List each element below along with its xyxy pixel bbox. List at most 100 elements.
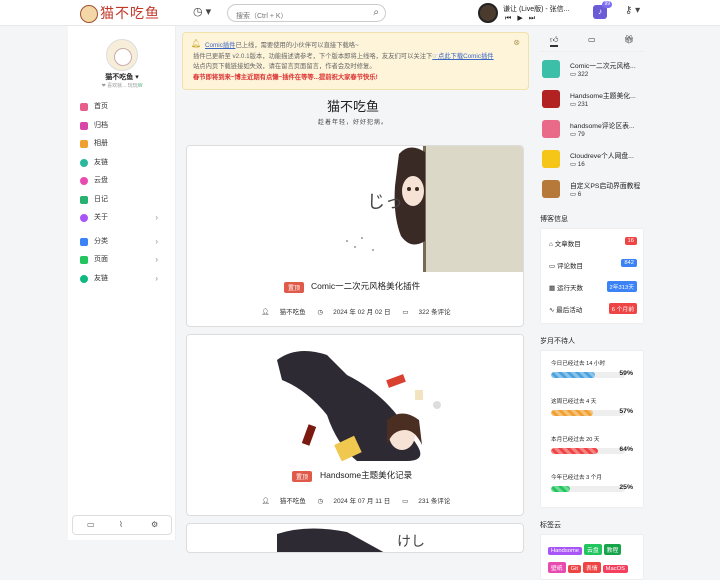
tag-chip[interactable]: 表情: [583, 562, 601, 573]
nav-item-album[interactable]: 相册: [76, 135, 168, 154]
info-label-text: 最后活动: [556, 307, 583, 314]
post-comments[interactable]: 322 条评论: [419, 309, 451, 316]
hot-post-item[interactable]: Handsome主题美化... ▭ 231: [540, 88, 644, 118]
search-box[interactable]: ⌕: [227, 4, 386, 25]
tag-chip[interactable]: Git: [567, 565, 582, 573]
post-date: 2024 年 07 月 11 日: [333, 498, 391, 505]
login-key-icon[interactable]: ⚷ ▾: [625, 5, 640, 16]
album-cover[interactable]: [478, 3, 498, 23]
nav-item-links[interactable]: 友链 ›: [76, 270, 168, 289]
search-icon[interactable]: ⌕: [373, 7, 379, 18]
next-icon[interactable]: ⏭: [529, 15, 541, 22]
hot-post-title[interactable]: Comic一二次元风格...: [570, 60, 644, 70]
pinned-tag[interactable]: 置顶: [284, 282, 305, 293]
hot-post-item[interactable]: Comic一二次元风格... ▭ 322: [540, 58, 644, 88]
nav-item-home[interactable]: 首页: [76, 98, 168, 117]
post-cover-image[interactable]: じっ: [187, 146, 523, 272]
info-label-text: 运行天数: [556, 285, 583, 292]
post-meta: 👤︎ 猫不吃鱼 ◷ 2024 年 02 月 02 日 ▭ 322 条评论: [187, 306, 523, 316]
hot-post-title[interactable]: Cloudreve个人网盘...: [570, 150, 644, 160]
hot-post-item[interactable]: handsome评论区表... ▭ 79: [540, 118, 644, 148]
bell-icon: 🔔︎: [191, 39, 202, 48]
progress-row: 今年已经过去 3 个月 25%: [541, 467, 643, 505]
motto-prefix: ❤ 喜欢就... 玩玩: [101, 83, 138, 89]
hot-post-title[interactable]: 自定义PS启动界面教程: [570, 180, 644, 190]
count-value: 6: [577, 191, 582, 198]
tab-gift-icon[interactable]: 🎁︎: [624, 35, 634, 44]
progress-bar: [551, 486, 625, 492]
hot-post-title[interactable]: handsome评论区表...: [570, 120, 644, 130]
play-icon[interactable]: ▶: [517, 15, 528, 22]
tag-chip[interactable]: 教程: [603, 544, 622, 555]
post-title[interactable]: Handsome主题美化记录: [320, 469, 412, 481]
right-sidebar: 👍︎ ▭ 🎁︎ Comic一二次元风格... ▭ 322 Handsome主题美化…: [540, 30, 644, 580]
percent-number: 57: [619, 408, 627, 415]
hot-post-item[interactable]: Cloudreve个人网盘... ▭ 16: [540, 148, 644, 178]
music-player[interactable]: 谦让 (Live版) - 张信... ⏮▶⏭: [478, 3, 578, 23]
nav-label: 日记: [94, 195, 108, 203]
post-date: 2024 年 02 月 02 日: [333, 309, 391, 316]
post-card[interactable]: けし: [186, 523, 524, 553]
notice-download-link[interactable]: ☞点此下载Comic插件: [432, 53, 493, 60]
motto-link[interactable]: W: [138, 83, 143, 89]
hot-post-item[interactable]: 自定义PS启动界面教程 ▭ 6: [540, 178, 644, 208]
post-cover-image[interactable]: [187, 335, 523, 462]
avatar-face: [114, 48, 132, 66]
nav-item-category[interactable]: 分类 ›: [76, 233, 168, 252]
tag-chip[interactable]: 云盘: [584, 544, 602, 555]
clock-icon: ◷: [317, 309, 324, 316]
post-thumb[interactable]: [542, 180, 560, 198]
nav-label: 页面: [94, 256, 108, 263]
author-icon: 👤︎: [261, 498, 270, 505]
progress-bar: [551, 448, 625, 454]
tag-chip[interactable]: MacOS: [602, 565, 628, 573]
nav-item-diary[interactable]: 日记: [76, 191, 168, 210]
settings-icon[interactable]: ⚙: [151, 520, 158, 529]
player-controls[interactable]: ⏮▶⏭: [505, 14, 541, 23]
nav-item-pages[interactable]: 页面 ›: [76, 251, 168, 270]
chevron-right-icon: ›: [155, 255, 158, 264]
post-card[interactable]: じっ 置顶 Comic一二次元风格美化插件 👤︎ 猫不吃鱼 ◷ 2024 年 02 …: [186, 145, 524, 327]
post-card[interactable]: 置顶 Handsome主题美化记录 👤︎ 猫不吃鱼 ◷ 2024 年 07 月 11…: [186, 334, 524, 516]
pinned-tag[interactable]: 置顶: [292, 471, 313, 482]
close-icon[interactable]: ⊗: [513, 38, 520, 47]
profile-name[interactable]: 猫不吃鱼 ▾: [68, 72, 176, 82]
post-thumb[interactable]: [542, 120, 560, 138]
post-title[interactable]: Comic一二次元风格美化插件: [311, 280, 420, 292]
notice-plugin-link[interactable]: Comic插件: [205, 42, 235, 49]
site-logo[interactable]: 猫不吃鱼: [80, 3, 160, 23]
post-comments[interactable]: 231 条评论: [418, 498, 450, 505]
player-title: 谦让 (Live版) - 张信...: [503, 6, 570, 13]
avatar[interactable]: [106, 39, 138, 71]
nav-item-friends[interactable]: 友链: [76, 154, 168, 173]
site-title: 猫不吃鱼: [326, 99, 379, 114]
prev-icon[interactable]: ⏮: [505, 15, 517, 22]
clock-icon: ◷: [317, 498, 324, 505]
post-thumb[interactable]: [542, 60, 560, 78]
chat-icon[interactable]: ▭: [87, 520, 95, 529]
nav-item-archive[interactable]: 归档: [76, 117, 168, 136]
tab-comments-icon[interactable]: ▭: [588, 35, 596, 44]
clock-icon[interactable]: ◷ ▾: [193, 5, 211, 18]
nav-item-about[interactable]: 关于 ›: [76, 209, 168, 228]
info-label-text: 文章数目: [554, 241, 581, 248]
progress-label: 本月已经过去 20 天: [551, 437, 600, 443]
info-row-activity: ∿ 最后活动 6 个月前: [541, 298, 643, 320]
tag-chip[interactable]: 壁纸: [548, 562, 566, 573]
post-author[interactable]: 猫不吃鱼: [280, 309, 306, 316]
top-bar: 猫不吃鱼 ◷ ▾ ⌕ 谦让 (Live版) - 张信... ⏮▶⏭ ♪99 ⚷ …: [0, 0, 720, 26]
nav-label: 首页: [94, 103, 108, 110]
search-input[interactable]: [236, 8, 366, 25]
hot-post-title[interactable]: Handsome主题美化...: [570, 90, 644, 100]
users-icon: [80, 274, 88, 283]
tag-chip[interactable]: Handsome: [548, 547, 583, 555]
notification-button[interactable]: ♪ 99: [593, 1, 612, 19]
tab-hot-icon[interactable]: 👍︎: [550, 35, 559, 47]
nav-item-cloud[interactable]: 云盘: [76, 172, 168, 191]
blog-info-heading: 博客信息: [540, 216, 568, 223]
post-author[interactable]: 猫不吃鱼: [280, 498, 306, 505]
post-thumb[interactable]: [542, 150, 560, 168]
profile-name-text: 猫不吃鱼: [105, 74, 134, 81]
post-thumb[interactable]: [542, 90, 560, 108]
rss-icon[interactable]: ⌇: [119, 520, 123, 529]
